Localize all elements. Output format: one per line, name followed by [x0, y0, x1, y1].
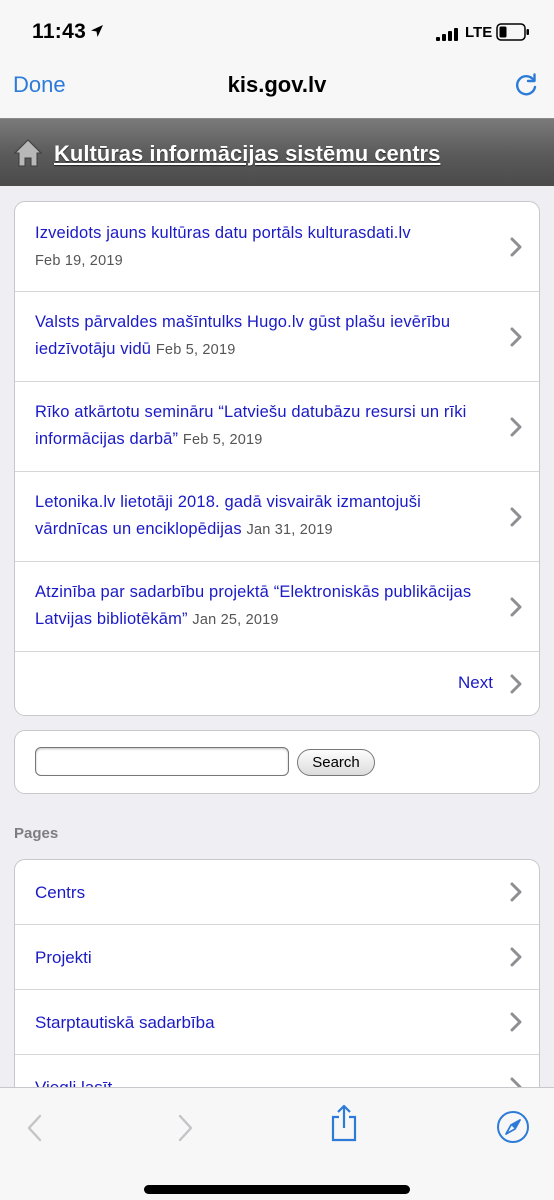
search-input[interactable] [35, 747, 289, 776]
network-type: LTE [465, 24, 493, 41]
chevron-right-icon [510, 1012, 522, 1032]
news-item[interactable]: Atzinība par sadarbību projektā “Elektro… [15, 562, 539, 652]
news-item[interactable]: Rīko atkārtotu semināru “Latviešu datubā… [15, 382, 539, 472]
news-date: Feb 5, 2019 [155, 342, 236, 358]
next-page-row[interactable]: Next [15, 652, 539, 715]
news-item[interactable]: Valsts pārvaldes mašīntulks Hugo.lv gūst… [15, 292, 539, 382]
chevron-right-icon [510, 417, 522, 436]
battery-icon [496, 23, 529, 41]
page-item[interactable]: Starptautiskā sadarbība [15, 990, 539, 1055]
url-title: kis.gov.lv [227, 72, 327, 97]
page-label[interactable]: Starptautiskā sadarbība [35, 1013, 215, 1033]
share-icon[interactable] [330, 1104, 358, 1142]
news-title[interactable]: Letonika.lv lietotāji 2018. gadā visvair… [35, 493, 421, 538]
page-label[interactable]: Projekti [35, 948, 92, 968]
chevron-right-icon [510, 327, 522, 346]
back-icon[interactable] [27, 1114, 43, 1142]
chevron-right-icon [510, 882, 522, 902]
page-item[interactable]: Projekti [15, 925, 539, 990]
pages-heading: Pages [14, 825, 59, 842]
news-date: Jan 25, 2019 [192, 612, 279, 628]
site-header: Kultūras informācijas sistēmu centrs [0, 118, 554, 186]
page-label[interactable]: Centrs [35, 883, 85, 903]
news-date: Feb 19, 2019 [35, 252, 123, 269]
chevron-right-icon [510, 507, 522, 526]
chevron-right-icon [510, 674, 522, 694]
home-icon[interactable] [14, 138, 42, 168]
news-date: Jan 31, 2019 [246, 522, 333, 538]
search-button[interactable]: Search [297, 749, 375, 776]
site-title-link[interactable]: Kultūras informācijas sistēmu centrs [54, 141, 440, 167]
search-box: Search [14, 730, 540, 794]
chevron-right-icon [510, 237, 522, 256]
chevron-right-icon [510, 947, 522, 967]
news-item[interactable]: Izveidots jauns kultūras datu portāls ku… [15, 202, 539, 292]
page-item[interactable]: Centrs [15, 860, 539, 925]
safari-compass-icon[interactable] [496, 1110, 530, 1144]
browser-toolbar [0, 1087, 554, 1200]
location-arrow-icon [91, 25, 103, 37]
chevron-right-icon [510, 597, 522, 616]
forward-icon[interactable] [177, 1114, 193, 1142]
news-date: Feb 5, 2019 [182, 432, 263, 448]
pages-list: Centrs Projekti Starptautiskā sadarbība … [14, 859, 540, 1119]
status-bar: 11:43 LTE [0, 0, 554, 62]
news-item[interactable]: Letonika.lv lietotāji 2018. gadā visvair… [15, 472, 539, 562]
reload-icon[interactable] [513, 72, 539, 98]
next-link[interactable]: Next [458, 673, 493, 693]
news-list: Izveidots jauns kultūras datu portāls ku… [14, 201, 540, 716]
status-time: 11:43 [32, 20, 87, 43]
signal-icon [436, 28, 458, 41]
home-indicator[interactable] [144, 1185, 410, 1194]
news-title[interactable]: Izveidots jauns kultūras datu portāls ku… [35, 224, 411, 242]
browser-nav-bar: Done kis.gov.lv [0, 62, 554, 118]
news-title[interactable]: Valsts pārvaldes mašīntulks Hugo.lv gūst… [35, 313, 450, 358]
